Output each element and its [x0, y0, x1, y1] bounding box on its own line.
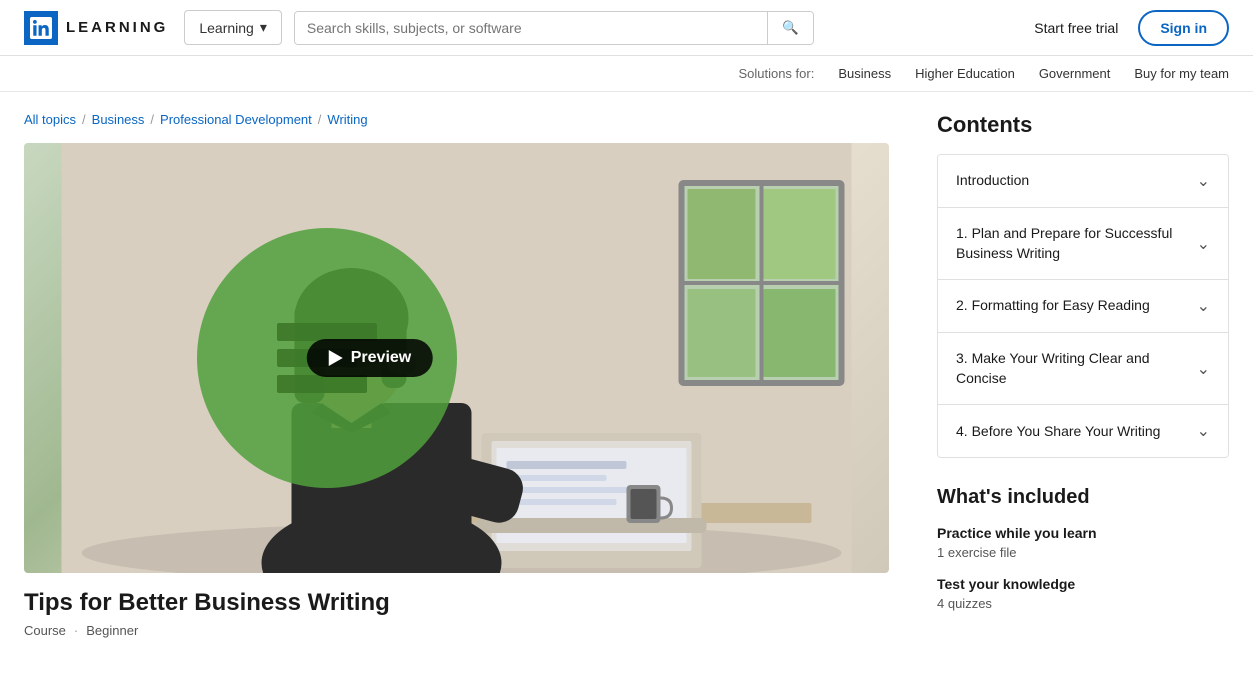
play-icon: [329, 350, 343, 366]
included-item-0: Practice while you learn 1 exercise file: [937, 525, 1229, 560]
contents-item-2[interactable]: 2. Formatting for Easy Reading ⌄: [938, 280, 1228, 333]
included-item-1: Test your knowledge 4 quizzes: [937, 576, 1229, 611]
learning-logo-text: LEARNING: [66, 19, 168, 36]
chevron-icon-0: ⌄: [1197, 171, 1210, 191]
linkedin-logo: [24, 11, 58, 45]
chevron-icon-2: ⌄: [1197, 296, 1210, 316]
solutions-higher-education[interactable]: Higher Education: [915, 66, 1015, 81]
contents-item-label-0: Introduction: [956, 171, 1197, 191]
course-title: Tips for Better Business Writing: [24, 589, 889, 617]
contents-item-label-4: 4. Before You Share Your Writing: [956, 422, 1197, 442]
solutions-buy-for-my-team[interactable]: Buy for my team: [1134, 66, 1229, 81]
header: LEARNING Learning ▾ 🔍 Start free trial S…: [0, 0, 1253, 56]
contents-heading: Contents: [937, 112, 1229, 138]
search-area: 🔍: [294, 11, 814, 45]
left-column: All topics / Business / Professional Dev…: [0, 92, 913, 658]
whats-included-heading: What's included: [937, 486, 1229, 509]
solutions-business[interactable]: Business: [838, 66, 891, 81]
contents-item-3[interactable]: 3. Make Your Writing Clear and Concise ⌄: [938, 333, 1228, 405]
video-container: Preview: [24, 143, 889, 573]
contents-list: Introduction ⌄ 1. Plan and Prepare for S…: [937, 154, 1229, 458]
breadcrumb-professional-development[interactable]: Professional Development: [160, 112, 312, 127]
breadcrumb-sep-1: /: [82, 112, 86, 127]
search-icon: 🔍: [782, 20, 799, 35]
contents-item-label-1: 1. Plan and Prepare for Successful Busin…: [956, 224, 1197, 263]
course-level: Beginner: [86, 623, 138, 638]
included-item-title-1: Test your knowledge: [937, 576, 1229, 592]
breadcrumb: All topics / Business / Professional Dev…: [24, 112, 889, 127]
search-button[interactable]: 🔍: [767, 12, 813, 44]
included-item-title-0: Practice while you learn: [937, 525, 1229, 541]
contents-item-1[interactable]: 1. Plan and Prepare for Successful Busin…: [938, 208, 1228, 280]
breadcrumb-writing[interactable]: Writing: [327, 112, 367, 127]
included-item-sub-0: 1 exercise file: [937, 545, 1229, 560]
solutions-label: Solutions for:: [738, 66, 814, 81]
breadcrumb-all-topics[interactable]: All topics: [24, 112, 76, 127]
contents-item-0[interactable]: Introduction ⌄: [938, 155, 1228, 208]
included-item-sub-1: 4 quizzes: [937, 596, 1229, 611]
dropdown-chevron-icon: ▾: [260, 19, 267, 36]
preview-label: Preview: [351, 349, 411, 367]
chevron-icon-1: ⌄: [1197, 234, 1210, 254]
learning-dropdown[interactable]: Learning ▾: [184, 10, 282, 45]
line-3: [277, 375, 367, 393]
solutions-government[interactable]: Government: [1039, 66, 1111, 81]
course-meta: Course · Beginner: [24, 623, 889, 638]
breadcrumb-sep-2: /: [150, 112, 154, 127]
course-info: Tips for Better Business Writing Course …: [24, 589, 889, 638]
right-column: Contents Introduction ⌄ 1. Plan and Prep…: [913, 92, 1253, 658]
sign-in-button[interactable]: Sign in: [1138, 10, 1229, 46]
whats-included-section: What's included Practice while you learn…: [937, 486, 1229, 611]
contents-item-label-2: 2. Formatting for Easy Reading: [956, 296, 1197, 316]
breadcrumb-business[interactable]: Business: [92, 112, 145, 127]
contents-item-label-3: 3. Make Your Writing Clear and Concise: [956, 349, 1197, 388]
breadcrumb-sep-3: /: [318, 112, 322, 127]
chevron-icon-4: ⌄: [1197, 421, 1210, 441]
solutions-bar: Solutions for: Business Higher Education…: [0, 56, 1253, 92]
chevron-icon-3: ⌄: [1197, 359, 1210, 379]
main-layout: All topics / Business / Professional Dev…: [0, 92, 1253, 658]
preview-button[interactable]: Preview: [307, 339, 433, 377]
logo-area: LEARNING: [24, 11, 168, 45]
video-thumbnail: Preview: [24, 143, 889, 573]
start-trial-link[interactable]: Start free trial: [1034, 20, 1118, 36]
meta-dot: ·: [74, 623, 78, 638]
search-input[interactable]: [295, 12, 767, 44]
course-type: Course: [24, 623, 66, 638]
header-right: Start free trial Sign in: [1034, 10, 1229, 46]
contents-item-4[interactable]: 4. Before You Share Your Writing ⌄: [938, 405, 1228, 457]
dropdown-label: Learning: [199, 20, 254, 36]
